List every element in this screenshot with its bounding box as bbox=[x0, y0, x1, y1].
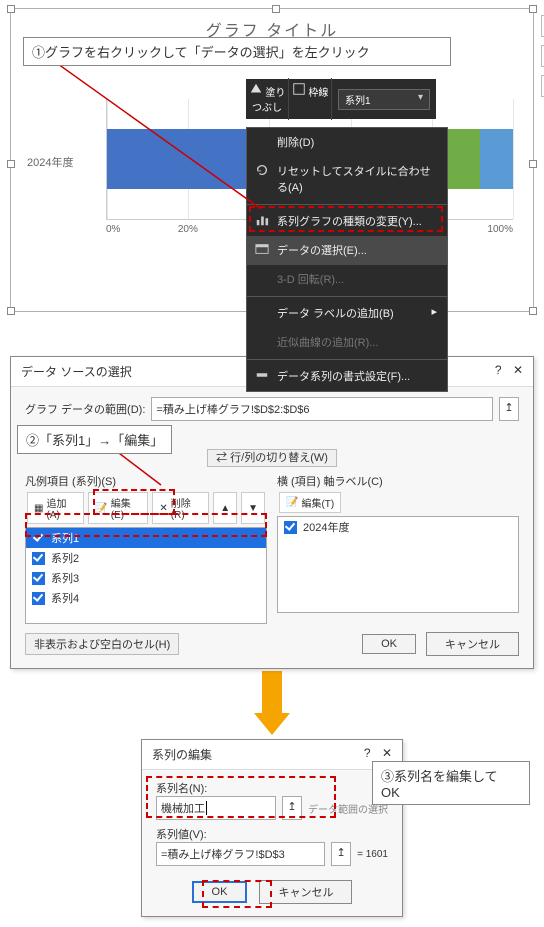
axis-listbox[interactable]: 2024年度 bbox=[277, 516, 519, 613]
list-item[interactable]: 系列4 bbox=[26, 588, 266, 608]
series-value-input[interactable]: =積み上げ棒グラフ!$D$3 bbox=[156, 842, 325, 866]
ctx-format-series[interactable]: データ系列の書式設定(F)... bbox=[247, 362, 447, 391]
chart-container[interactable]: ＋ 🖌 ⧨ グラフ タイトル ①グラフを右クリックして「データの選択」を左クリッ… bbox=[10, 8, 534, 312]
series-listbox[interactable]: 系列1 系列2 系列3 系列4 bbox=[25, 527, 267, 624]
checkbox-icon[interactable] bbox=[32, 592, 45, 605]
axis-edit-button[interactable]: 📝 編集(T) bbox=[279, 492, 341, 513]
range-ref-button[interactable]: ↥ bbox=[499, 397, 519, 421]
range-label: グラフ データの範囲(D): bbox=[25, 401, 145, 417]
chart-data-range-input[interactable]: =積み上げ棒グラフ!$D$2:$D$6 bbox=[151, 397, 493, 421]
checkbox-icon[interactable] bbox=[32, 572, 45, 585]
highlight-ok-button bbox=[202, 880, 272, 908]
help-button[interactable]: ? bbox=[356, 746, 379, 760]
switch-row-col-button[interactable]: ⇄ 行/列の切り替え(W) bbox=[207, 449, 337, 467]
callout-step2: ②「系列1」→「編集」 bbox=[17, 425, 172, 454]
y-axis-category: 2024年度 bbox=[27, 154, 73, 170]
ctx-trendline: 近似曲線の追加(R)... bbox=[247, 328, 447, 357]
chevron-down-icon bbox=[418, 92, 423, 107]
value-preview: = 1601 bbox=[357, 849, 388, 860]
hidden-cells-button[interactable]: 非表示および空白のセル(H) bbox=[25, 633, 179, 655]
ctx-delete[interactable]: 削除(D) bbox=[247, 128, 447, 157]
flow-arrow-2 bbox=[0, 671, 544, 737]
list-item[interactable]: 系列3 bbox=[26, 568, 266, 588]
list-item[interactable]: 2024年度 bbox=[278, 517, 518, 537]
ctx-select-data[interactable]: データの選択(E)... bbox=[247, 236, 447, 265]
list-item[interactable]: 系列2 bbox=[26, 548, 266, 568]
cancel-button[interactable]: キャンセル bbox=[259, 880, 352, 904]
ok-button[interactable]: OK bbox=[362, 634, 416, 654]
chart-context-menu: 削除(D) リセットしてスタイルに合わせる(A) 系列グラフの種類の変更(Y).… bbox=[246, 127, 448, 392]
close-button[interactable]: ✕ bbox=[513, 363, 523, 377]
series-value-label: 系列値(V): bbox=[156, 826, 388, 842]
axis-labels-label: 横 (項目) 軸ラベル(C) bbox=[277, 473, 519, 489]
ctx-3d-rotate: 3-D 回転(R)... bbox=[247, 265, 447, 294]
edit-series-dialog: 系列の編集 ? ✕ 系列名(N): 機械加工 ↥ データ範囲の選択 系列値(V)… bbox=[141, 739, 403, 917]
checkbox-icon[interactable] bbox=[32, 552, 45, 565]
callout-step3: ③系列名を編集して OK bbox=[372, 761, 530, 805]
callout-step1: ①グラフを右クリックして「データの選択」を左クリック bbox=[23, 37, 451, 66]
close-button[interactable]: ✕ bbox=[382, 746, 392, 760]
bar-seg-5[interactable] bbox=[480, 129, 512, 189]
callout2-pointer bbox=[111, 447, 191, 497]
outline-button[interactable]: 枠線 bbox=[289, 78, 332, 120]
highlight-series-name bbox=[146, 776, 336, 818]
value-ref-button[interactable]: ↥ bbox=[331, 842, 351, 866]
ctx-add-labels[interactable]: データ ラベルの追加(B)▸ bbox=[247, 299, 447, 328]
checkbox-icon[interactable] bbox=[284, 521, 297, 534]
fill-button[interactable]: 塗りつぶし bbox=[246, 78, 289, 120]
chart-mini-toolbar: 塗りつぶし 枠線 系列1 bbox=[246, 79, 436, 119]
ctx-reset[interactable]: リセットしてスタイルに合わせる(A) bbox=[247, 157, 447, 202]
dialog-title: データ ソースの選択 bbox=[21, 363, 132, 380]
cancel-button[interactable]: キャンセル bbox=[426, 632, 519, 656]
help-button[interactable]: ? bbox=[487, 363, 510, 377]
highlight-series1-row bbox=[25, 513, 267, 537]
select-data-source-dialog: データ ソースの選択 ? ✕ グラフ データの範囲(D): =積み上げ棒グラフ!… bbox=[10, 356, 534, 669]
highlight-select-data bbox=[249, 206, 443, 232]
series-selector[interactable]: 系列1 bbox=[338, 89, 430, 110]
